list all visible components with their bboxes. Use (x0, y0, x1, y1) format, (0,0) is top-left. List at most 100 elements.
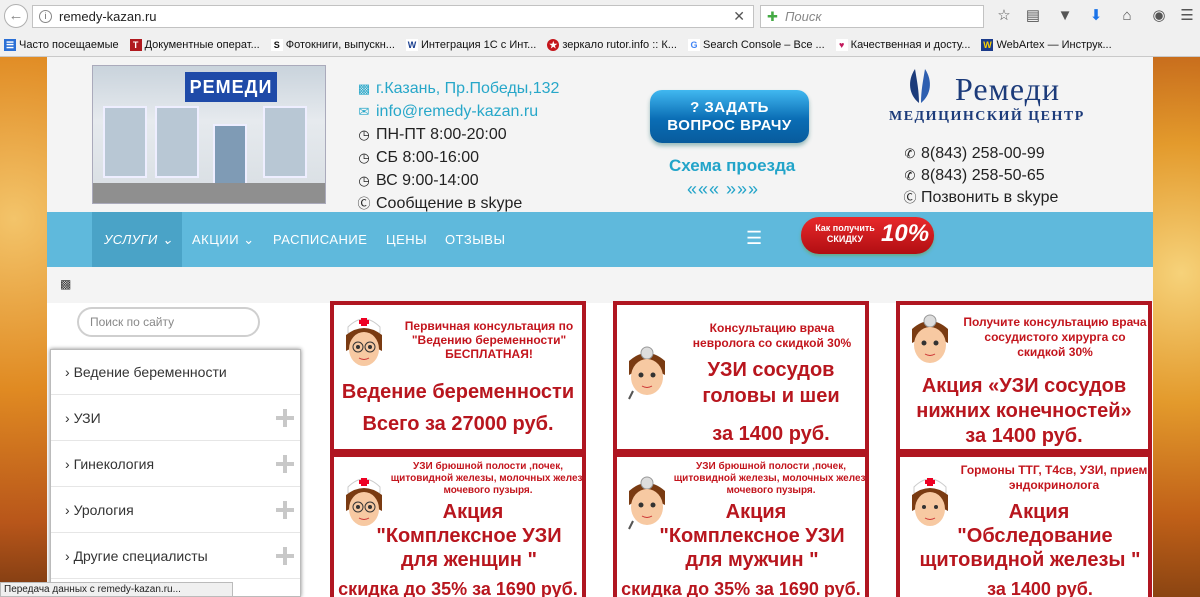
promo-price: Всего за 27000 руб. (362, 413, 554, 435)
email-row[interactable]: ✉ info@remedy-kazan.ru (357, 100, 559, 123)
hours-sunday: ◷ ВС 9:00-14:00 (358, 172, 479, 189)
discount-text: Как получить СКИДКУ (815, 223, 875, 244)
phone-icon: ✆ (904, 168, 916, 183)
chevron-right-icon: › (65, 364, 70, 380)
plus-icon[interactable] (276, 501, 294, 519)
bookmark-item[interactable]: W Интеграция 1С с Инт... (402, 39, 536, 51)
logo-leaves-icon (910, 69, 930, 103)
services-sidebar: › Ведение беременности › УЗИ › Гинеколог… (50, 349, 301, 597)
logo-name: Ремеди (955, 71, 1061, 107)
bookmark-item[interactable]: W WebArtex — Инструк... (977, 39, 1112, 51)
menu-item-promotions[interactable]: АКЦИИ ⌄ (192, 212, 255, 267)
discount-button[interactable]: Как получить СКИДКУ 10% (801, 217, 934, 254)
hours-saturday: ◷ СБ 8:00-16:00 (358, 149, 480, 166)
promo-subtitle: УЗИ брюшной полости ,почек, щитовидной ж… (390, 461, 586, 496)
phones-block: ✆ 8(843) 258-00-99 ✆ 8(843) 258-50-65 Ⓒ Поз… (903, 143, 1058, 209)
clinic-building-photo: РЕМЕДИ (92, 65, 326, 204)
bookmark-item[interactable]: ☰ Часто посещаемые (0, 39, 119, 51)
envelope-icon: ✉ (358, 103, 370, 119)
medkit-icon[interactable]: ▩ (60, 277, 71, 291)
menu-item-reviews[interactable]: ОТЗЫВЫ (445, 212, 505, 267)
promo-subtitle: УЗИ брюшной полости ,почек, щитовидной ж… (673, 461, 869, 496)
clear-url-icon[interactable]: ✕ (733, 6, 745, 27)
promo-subtitle: Первичная консультация по "Ведению берем… (404, 319, 574, 361)
autumn-background-right (1153, 57, 1200, 597)
promo-card-neck-vessels[interactable]: Консультацию врача невролога со скидкой … (613, 301, 869, 453)
autumn-background-left (0, 57, 47, 597)
menu-item-prices[interactable]: ЦЕНЫ (386, 212, 427, 267)
ask-doctor-button[interactable]: ? ЗАДАТЬ ВОПРОС ВРАЧУ (650, 90, 809, 143)
sidebar-item-pregnancy[interactable]: › Ведение беременности (51, 350, 300, 395)
hamburger-icon[interactable]: ☰ (746, 212, 762, 267)
url-text: remedy-kazan.ru (59, 9, 157, 24)
promo-card-thyroid[interactable]: Гормоны ТТГ, Т4св, УЗИ, прием эндокринол… (896, 453, 1152, 597)
promo-title: УЗИ сосудов (707, 359, 835, 381)
back-arrow-icon[interactable]: ← (4, 4, 28, 28)
clock-icon: ◷ (358, 126, 370, 142)
window (155, 106, 199, 178)
bookmark-item[interactable]: ♥ Качественная и досту... (832, 39, 970, 51)
promo-subtitle: Получите консультацию врача сосудистого … (963, 315, 1147, 359)
skype-icon: Ⓒ (357, 195, 371, 211)
chevron-right-icon: › (65, 548, 70, 564)
promo-card-leg-vessels[interactable]: Получите консультацию врача сосудистого … (896, 301, 1152, 453)
nurse-avatar-icon (346, 318, 382, 366)
clock-icon: ◷ (358, 172, 370, 188)
browser-search-input[interactable]: ✚ Поиск (760, 5, 984, 28)
chat-icon[interactable]: ◉ (1150, 7, 1168, 25)
promo-card-pregnancy[interactable]: Первичная консультация по "Ведению берем… (330, 301, 586, 453)
breadcrumb: ▩ (47, 267, 1153, 303)
plus-icon[interactable] (276, 547, 294, 565)
promo-subtitle: Гормоны ТТГ, Т4св, УЗИ, прием эндокринол… (960, 463, 1148, 492)
promo-title: головы и шеи (702, 385, 840, 407)
site-search-input[interactable]: Поиск по сайту (77, 307, 260, 337)
star-bookmark-icon[interactable]: ☆ (995, 7, 1013, 25)
bookmark-item[interactable]: T Документные операт... (126, 39, 260, 51)
promo-card-women-ultrasound[interactable]: УЗИ брюшной полости ,почек, щитовидной ж… (330, 453, 586, 597)
address-row[interactable]: ▩ г.Казань, Пр.Победы,132 (357, 77, 560, 100)
chevron-down-icon: ⌄ (243, 232, 255, 247)
bookmark-item[interactable]: S Фотокниги, выпускн... (267, 39, 395, 51)
menu-item-services[interactable]: УСЛУГИ ⌄ (92, 212, 182, 267)
clinic-logo[interactable]: Ремеди МЕДИЦИНСКИЙ ЦЕНТР (889, 61, 1099, 131)
chevron-down-icon: ⌄ (161, 232, 174, 247)
bookmark-item[interactable]: ★ зеркало rutor.info :: К... (543, 39, 677, 51)
search-placeholder: Поиск (785, 9, 822, 24)
sidebar-item-other-specialists[interactable]: › Другие специалисты (51, 534, 300, 579)
bookmark-favicon: T (129, 39, 142, 51)
phone-row[interactable]: ✆ 8(843) 258-50-65 (903, 165, 1058, 187)
bookmark-item[interactable]: G Search Console – Все ... (684, 39, 825, 51)
promo-title: "Комплексное УЗИ (659, 525, 845, 547)
plus-icon[interactable] (276, 455, 294, 473)
info-icon[interactable]: i (39, 10, 52, 23)
car-icon[interactable]: ««« »»» (687, 179, 759, 200)
pocket-icon[interactable]: ▼ (1056, 7, 1074, 25)
skype-icon: Ⓒ (903, 190, 917, 205)
contacts-block: ▩ г.Казань, Пр.Победы,132 ✉ info@remedy-ka… (357, 77, 559, 215)
plus-icon[interactable] (276, 409, 294, 427)
promo-card-men-ultrasound[interactable]: УЗИ брюшной полости ,почек, щитовидной ж… (613, 453, 869, 597)
home-icon[interactable]: ⌂ (1118, 7, 1136, 25)
sidebar-item-urology[interactable]: › Урология (51, 488, 300, 533)
sidebar-item-ultrasound[interactable]: › УЗИ (51, 396, 300, 441)
main-menu: УСЛУГИ ⌄ АКЦИИ ⌄ РАСПИСАНИЕ ЦЕНЫ ОТЗЫВЫ … (47, 212, 1153, 267)
skype-call-link[interactable]: Ⓒ Позвонить в skype (903, 187, 1058, 209)
phone-row[interactable]: ✆ 8(843) 258-00-99 (903, 143, 1058, 165)
route-map-link[interactable]: Схема проезда (669, 156, 795, 176)
menu-item-schedule[interactable]: РАСПИСАНИЕ (273, 212, 367, 267)
menu-icon[interactable]: ☰ (1178, 7, 1196, 25)
google-icon: G (687, 39, 700, 51)
download-icon[interactable]: ⬇ (1087, 7, 1105, 25)
promo-price: за 1400 руб. (987, 579, 1093, 597)
sidebar-item-gynecology[interactable]: › Гинекология (51, 442, 300, 487)
doctor-avatar-icon (912, 314, 948, 363)
promo-title: нижних конечностей» (916, 400, 1132, 422)
clinic-sign: РЕМЕДИ (185, 72, 277, 102)
address-bar[interactable]: i remedy-kazan.ru ✕ (32, 5, 754, 28)
reading-list-icon[interactable]: ▤ (1024, 7, 1042, 25)
promo-price: за 1400 руб. (712, 423, 830, 445)
medkit-icon: ▩ (357, 80, 371, 96)
search-engine-icon[interactable]: ✚ (767, 6, 778, 27)
promo-title: щитовидной железы " (919, 549, 1141, 571)
promo-title: Акция (1008, 501, 1070, 523)
